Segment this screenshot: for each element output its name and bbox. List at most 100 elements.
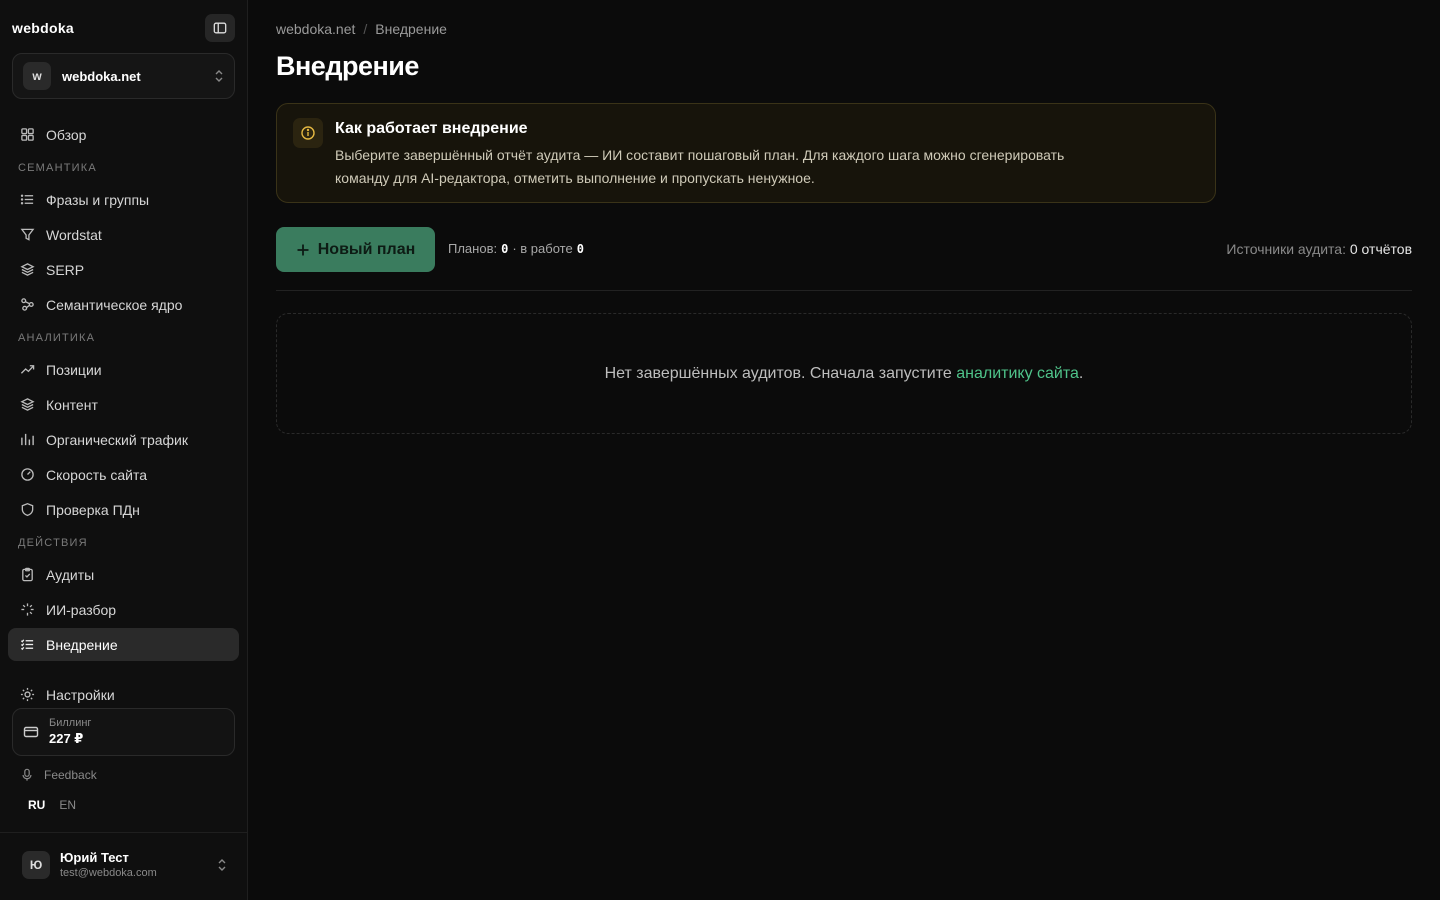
sidebar-item-core[interactable]: Семантическое ядро	[8, 288, 239, 321]
sidebar-item-content[interactable]: Контент	[8, 388, 239, 421]
plans-mid: · в работе	[512, 241, 573, 256]
sidebar-item-label: Органический трафик	[46, 431, 188, 448]
sidebar-item-label: Позиции	[46, 361, 102, 378]
user-name: Юрий Тест	[60, 850, 129, 865]
audit-sources: Источники аудита: 0 отчётов	[1226, 241, 1412, 257]
info-text: Выберите завершённый отчёт аудита — ИИ с…	[335, 144, 1195, 190]
sidebar-item-label: Обзор	[46, 126, 87, 143]
billing-card[interactable]: Биллинг 227 ₽	[12, 708, 235, 756]
filter-icon	[18, 226, 36, 244]
mic-icon	[22, 768, 32, 781]
sidebar-item-label: ИИ-разбор	[46, 601, 117, 618]
new-plan-label: Новый план	[317, 240, 416, 258]
sidebar-item-label: Настройки	[46, 686, 115, 703]
site-avatar: w	[23, 62, 51, 90]
sidebar-item-label: Проверка ПДн	[46, 501, 140, 518]
sidebar-item-settings[interactable]: Настройки	[8, 678, 239, 711]
divider	[0, 832, 247, 833]
sparkle-icon	[18, 601, 36, 619]
sidebar-toggle-icon	[213, 22, 227, 34]
sidebar-item-label: SERP	[46, 261, 85, 278]
sidebar-item-pdn[interactable]: Проверка ПДн	[8, 493, 239, 526]
site-name: webdoka.net	[62, 68, 141, 84]
info-title: Как работает внедрение	[335, 120, 528, 137]
info-callout: Как работает внедрение Выберите завершён…	[276, 103, 1216, 203]
new-plan-button[interactable]: Новый план	[276, 227, 435, 272]
sidebar-item-label: Wordstat	[46, 226, 102, 243]
sidebar-item-overview[interactable]: Обзор	[8, 118, 239, 151]
grid-icon	[18, 126, 36, 144]
billing-value: 227 ₽	[49, 731, 84, 746]
bar-chart-icon	[18, 431, 36, 449]
user-email: test@webdoka.com	[60, 867, 157, 879]
user-menu[interactable]: Ю Юрий Тест test@webdoka.com	[22, 850, 227, 879]
plans-stat: Планов: 0 · в работе 0	[448, 241, 584, 256]
sidebar-item-phrases[interactable]: Фразы и группы	[8, 183, 239, 216]
app: webdoka w webdoka.net Обзор СЕМАНТИКА Фр…	[0, 0, 1440, 900]
plans-in-work: 0	[576, 241, 584, 256]
chevron-updown-icon	[218, 858, 226, 871]
sidebar-item-positions[interactable]: Позиции	[8, 353, 239, 386]
sidebar-nav: Обзор СЕМАНТИКА Фразы и группы Wordstat …	[8, 118, 239, 663]
sidebar: webdoka w webdoka.net Обзор СЕМАНТИКА Фр…	[0, 0, 248, 900]
sidebar-item-traffic[interactable]: Органический трафик	[8, 423, 239, 456]
sidebar-item-label: Фразы и группы	[46, 191, 150, 208]
feedback-link[interactable]: Feedback	[20, 768, 97, 782]
empty-text: Нет завершённых аудитов. Сначала запусти…	[604, 364, 957, 382]
plus-icon	[297, 244, 309, 255]
section-actions: ДЕЙСТВИЯ	[18, 537, 88, 549]
sidebar-item-label: Скорость сайта	[46, 466, 147, 483]
user-info: Юрий Тест test@webdoka.com	[60, 850, 217, 879]
chevron-updown-icon	[215, 70, 223, 82]
lang-ru[interactable]: RU	[28, 798, 45, 812]
sidebar-item-speed[interactable]: Скорость сайта	[8, 458, 239, 491]
sidebar-toggle-button[interactable]	[205, 14, 235, 42]
sources-value: 0 отчётов	[1349, 241, 1412, 257]
main-content: webdoka.net / Внедрение Внедрение Как ра…	[248, 0, 1440, 900]
sidebar-item-audits[interactable]: Аудиты	[8, 558, 239, 591]
breadcrumb-current: Внедрение	[375, 21, 447, 37]
breadcrumb: webdoka.net / Внедрение	[276, 21, 447, 37]
info-icon	[293, 118, 323, 148]
list-icon	[18, 191, 36, 209]
site-switcher[interactable]: w webdoka.net	[12, 53, 235, 99]
sun-gear-icon	[18, 686, 36, 704]
sidebar-item-implementation[interactable]: Внедрение	[8, 628, 239, 661]
section-semantics: СЕМАНТИКА	[18, 162, 97, 174]
brand-logo: webdoka	[12, 20, 75, 36]
info-text-line: Выберите завершённый отчёт аудита — ИИ с…	[335, 147, 1065, 163]
plans-label: Планов:	[448, 241, 498, 256]
list-checks-icon	[18, 636, 36, 654]
plans-count: 0	[501, 241, 509, 256]
clipboard-check-icon	[18, 566, 36, 584]
sidebar-item-label: Контент	[46, 396, 98, 413]
trending-up-icon	[18, 361, 36, 379]
share-nodes-icon	[18, 296, 36, 314]
sources-label: Источники аудита:	[1226, 241, 1346, 257]
billing-info: Биллинг 227 ₽	[49, 717, 91, 747]
lang-en[interactable]: EN	[59, 798, 76, 812]
sidebar-item-wordstat[interactable]: Wordstat	[8, 218, 239, 251]
site-analytics-link[interactable]: аналитику сайта	[956, 365, 1079, 383]
empty-end: .	[1078, 364, 1084, 382]
credit-card-icon	[23, 726, 39, 738]
empty-state: Нет завершённых аудитов. Сначала запусти…	[276, 313, 1412, 434]
divider	[276, 290, 1412, 291]
avatar: Ю	[22, 850, 50, 879]
sidebar-item-label: Семантическое ядро	[46, 296, 183, 313]
layers-icon	[18, 396, 36, 414]
gauge-icon	[18, 466, 36, 484]
section-analytics: АНАЛИТИКА	[18, 332, 96, 344]
breadcrumb-separator: /	[363, 21, 368, 37]
sidebar-item-serp[interactable]: SERP	[8, 253, 239, 286]
billing-label: Биллинг	[49, 717, 92, 729]
layers-icon	[18, 261, 36, 279]
feedback-label: Feedback	[44, 768, 97, 782]
shield-icon	[18, 501, 36, 519]
breadcrumb-root[interactable]: webdoka.net	[276, 21, 355, 37]
page-title: Внедрение	[276, 51, 419, 81]
sidebar-item-label: Аудиты	[46, 566, 95, 583]
sidebar-item-label: Внедрение	[46, 636, 118, 653]
sidebar-item-ai[interactable]: ИИ-разбор	[8, 593, 239, 626]
language-switcher: RU EN	[28, 798, 76, 812]
